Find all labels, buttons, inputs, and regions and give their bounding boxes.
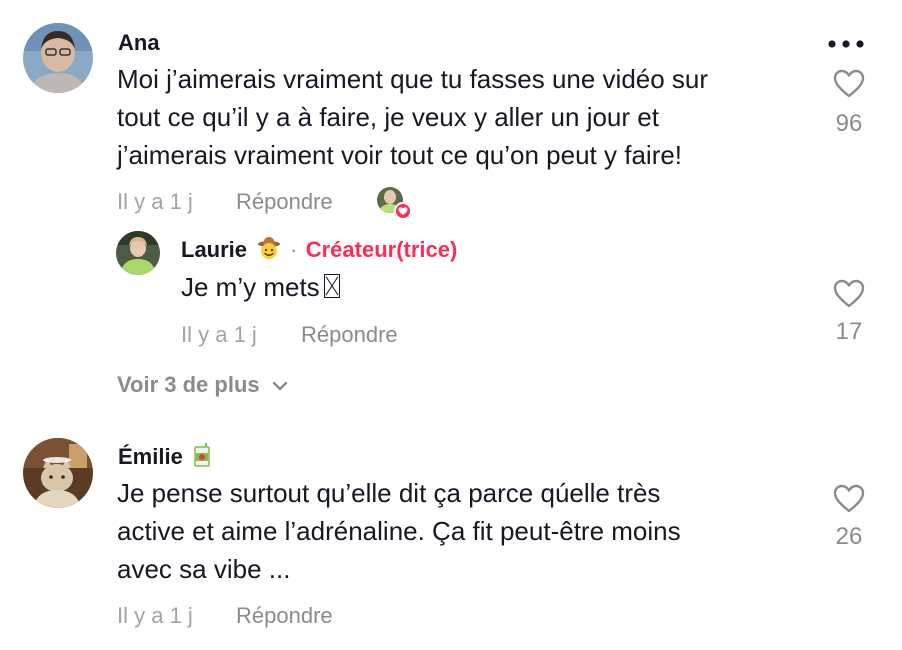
reply-button[interactable]: Répondre: [301, 322, 398, 348]
creator-liked-badge: [376, 186, 412, 220]
like-heart-icon[interactable]: [833, 484, 865, 514]
separator-dot: ·: [289, 237, 298, 262]
creator-badge: Créateur(trice): [305, 237, 458, 262]
reply-text: Je m’y mets: [181, 268, 340, 306]
comment-text-line: Je pense surtout qu’elle dit ça parce qú…: [117, 478, 661, 508]
view-more-replies[interactable]: Voir 3 de plus: [117, 372, 288, 398]
avatar-ana[interactable]: [23, 23, 93, 93]
comment-header: Émilie: [118, 443, 211, 472]
reply-button[interactable]: Répondre: [236, 603, 333, 629]
juice-box-icon: [193, 443, 211, 472]
like-count: 96: [835, 110, 863, 137]
like-heart-icon[interactable]: [833, 279, 865, 309]
comment-text-line: Moi j’aimerais vraiment que tu fasses un…: [117, 64, 709, 94]
reply-timestamp: Il y a 1 j: [181, 322, 257, 347]
reply-text-content: Je m’y mets: [181, 272, 320, 302]
reply-header: Laurie · Créateur(trice): [181, 236, 457, 265]
avatar-laurie[interactable]: [116, 231, 160, 275]
comment-timestamp: Il y a 1 j: [117, 189, 193, 214]
comment-username[interactable]: Ana: [118, 30, 160, 56]
like-count: 17: [835, 318, 863, 345]
more-options-icon[interactable]: [826, 36, 866, 52]
comment-username[interactable]: Émilie: [118, 444, 183, 469]
comment-text-line: j’aimerais vraiment voir tout ce qu’on p…: [117, 140, 683, 170]
comment-text-line: tout ce qu’il y a à faire, je veux y all…: [117, 102, 659, 132]
chevron-down-icon[interactable]: [272, 378, 288, 396]
comment-text-line: avec sa vibe ...: [117, 554, 291, 584]
view-more-label[interactable]: Voir 3 de plus: [117, 372, 260, 397]
like-heart-icon[interactable]: [833, 69, 865, 99]
missing-glyph-icon: [323, 274, 340, 298]
comment-text-line: active et aime l’adrénaline. Ça fit peut…: [117, 516, 681, 546]
reply-button[interactable]: Répondre: [236, 189, 333, 215]
like-count: 26: [835, 523, 863, 550]
comment-timestamp: Il y a 1 j: [117, 603, 193, 628]
reply-username[interactable]: Laurie: [181, 237, 247, 262]
avatar-emilie[interactable]: [23, 438, 93, 508]
cowboy-face-icon: [257, 236, 281, 265]
